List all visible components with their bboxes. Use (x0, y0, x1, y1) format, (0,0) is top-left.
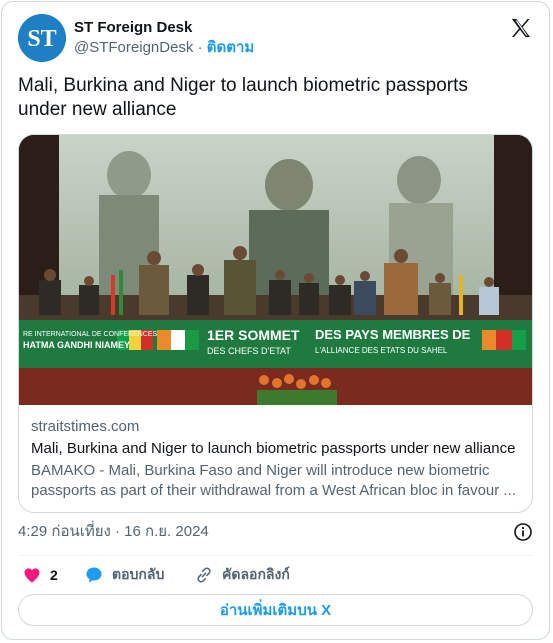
summit-photo: RE INTERNATIONAL DE CONFERENCES HATMA GA… (19, 135, 532, 405)
handle-separator: · (197, 39, 203, 56)
follow-link[interactable]: ติดตาม (207, 39, 255, 56)
link-icon (197, 567, 211, 583)
like-count: 2 (50, 567, 58, 583)
action-bar: 2 ตอบกลับ คัดลอกลิงก์ (18, 564, 533, 588)
tweet-embed-card: ST ST Foreign Desk @STForeignDesk · ติดต… (1, 1, 550, 640)
banner-mid-line2: DES CHEFS D'ETAT (207, 346, 291, 356)
link-title: Mali, Burkina and Niger to launch biomet… (31, 440, 516, 457)
author-display-name[interactable]: ST Foreign Desk (74, 18, 254, 38)
link-preview-card[interactable]: RE INTERNATIONAL DE CONFERENCES HATMA GA… (18, 134, 533, 513)
avatar-logo-text: ST (27, 26, 56, 52)
reply-bubble-icon (86, 567, 102, 583)
link-meta: straitstimes.com Mali, Burkina and Niger… (31, 417, 520, 501)
timestamp-row: 4:29 ก่อนเที่ยง · 16 ก.ย. 2024 (18, 522, 533, 544)
link-domain: straitstimes.com (31, 418, 140, 435)
banner-left-line1: RE INTERNATIONAL DE CONFERENCES (23, 331, 158, 338)
copy-link-label: คัดลอกลิงก์ (222, 566, 290, 582)
divider (18, 555, 533, 556)
banner-left-line2: HATMA GANDHI NIAMEY (23, 340, 130, 350)
tweet-timestamp[interactable]: 4:29 ก่อนเที่ยง · 16 ก.ย. 2024 (18, 523, 209, 540)
tweet-header: ST ST Foreign Desk @STForeignDesk · ติดต… (18, 14, 533, 62)
tweet-text: Mali, Burkina and Niger to launch biomet… (18, 75, 468, 120)
info-icon[interactable] (513, 522, 533, 542)
copy-link-button[interactable]: คัดลอกลิงก์ (194, 564, 290, 586)
reply-label: ตอบกลับ (112, 566, 165, 582)
banner-mid-line1: 1ER SOMMET (207, 327, 300, 343)
x-logo-icon[interactable] (509, 16, 533, 40)
like-button[interactable]: 2 (22, 564, 58, 586)
heart-icon (24, 568, 40, 583)
link-description: BAMAKO - Mali, Burkina Faso and Niger wi… (31, 462, 516, 499)
avatar[interactable]: ST (18, 14, 66, 62)
author-handle-row: @STForeignDesk · ติดตาม (74, 38, 254, 58)
author-names: ST Foreign Desk @STForeignDesk · ติดตาม (74, 18, 254, 58)
banner-right-line1: DES PAYS MEMBRES DE (315, 327, 471, 342)
banner-right-line2: L'ALLIANCE DES ETATS DU SAHEL (315, 346, 448, 355)
read-more-on-x-button[interactable]: อ่านเพิ่มเติมบน X (18, 594, 533, 626)
author-handle[interactable]: @STForeignDesk (74, 39, 193, 56)
reply-button[interactable]: ตอบกลับ (84, 564, 164, 586)
